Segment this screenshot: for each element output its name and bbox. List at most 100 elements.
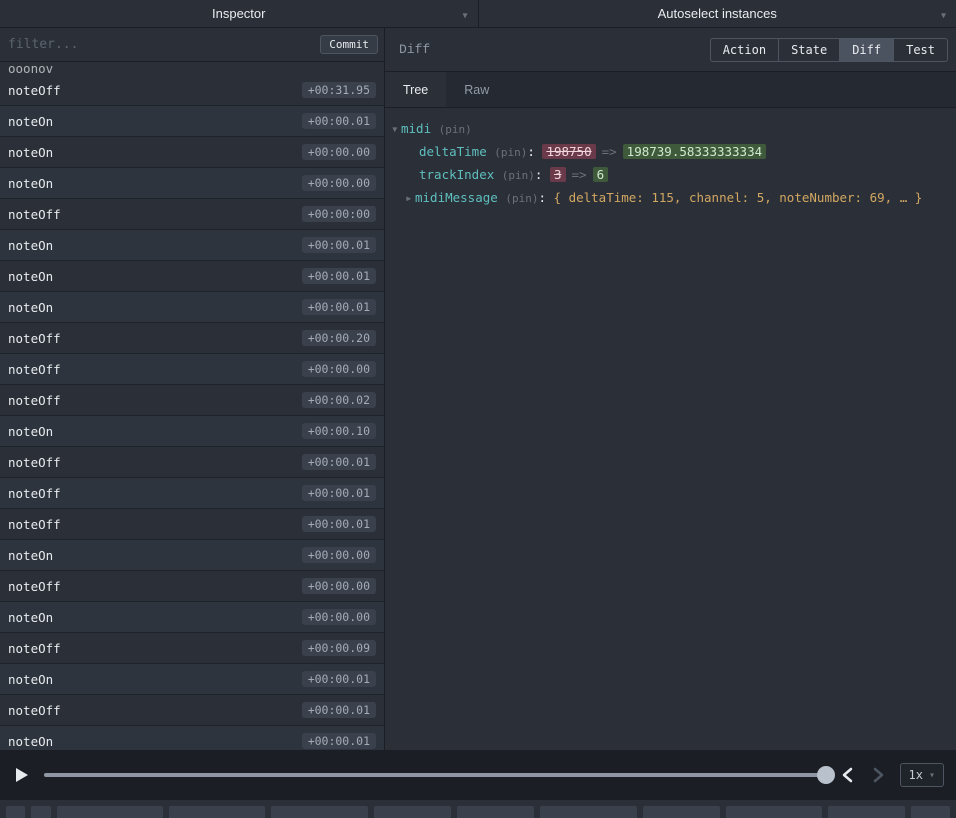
event-time: +00:00.01: [302, 671, 376, 687]
play-button[interactable]: [12, 766, 30, 784]
arrow-icon: =>: [602, 144, 617, 159]
strip-segment[interactable]: [271, 806, 367, 818]
list-item[interactable]: noteOff+00:00.00: [0, 571, 384, 602]
tree-key: trackIndex: [419, 167, 494, 182]
event-name: noteOff: [8, 486, 61, 501]
view-mode-diff[interactable]: Diff: [839, 38, 894, 62]
tab-autoselect-label: Autoselect instances: [658, 6, 777, 21]
list-item[interactable]: noteOff +00:00.01: [0, 478, 384, 509]
commit-button[interactable]: Commit: [320, 35, 378, 54]
event-time: +00:00.00: [302, 578, 376, 594]
tab-inspector[interactable]: Inspector: [0, 0, 479, 27]
list-item[interactable]: noteOn+00:00.01: [0, 726, 384, 750]
diff-new-value: 6: [593, 167, 609, 182]
filter-input[interactable]: [8, 37, 312, 52]
strip-segment[interactable]: [6, 806, 25, 818]
list-item[interactable]: noteOn +00:00.01: [0, 292, 384, 323]
tree-key: midiMessage: [415, 190, 498, 205]
speed-select[interactable]: 1x: [900, 763, 944, 787]
chevron-down-icon[interactable]: [941, 6, 946, 21]
view-mode-state[interactable]: State: [778, 38, 840, 62]
event-time: +00:00.01: [302, 299, 376, 315]
subtab-raw[interactable]: Raw: [446, 72, 507, 107]
pin-label[interactable]: (pin): [439, 123, 472, 136]
event-time: +00:00.00: [302, 175, 376, 191]
view-mode-group: ActionStateDiffTest: [710, 38, 948, 62]
arrow-icon: =>: [572, 167, 587, 182]
list-item[interactable]: noteOn+00:00.10: [0, 416, 384, 447]
pin-label[interactable]: (pin): [494, 146, 527, 159]
pin-label[interactable]: (pin): [505, 192, 538, 205]
list-item[interactable]: noteOff +00:00.01: [0, 447, 384, 478]
view-mode-test[interactable]: Test: [893, 38, 948, 62]
caret-down-icon[interactable]: ▾: [391, 118, 401, 140]
event-name: noteOn: [8, 300, 53, 315]
timeline-slider[interactable]: [44, 773, 826, 777]
event-list[interactable]: ooonovnoteOff+00:31.95 noteOn +00:00.01 not…: [0, 62, 384, 750]
chevron-down-icon[interactable]: [462, 6, 467, 21]
event-name: noteOff: [8, 517, 61, 532]
list-item[interactable]: noteOff+00:00.00: [0, 354, 384, 385]
pin-label[interactable]: (pin): [502, 169, 535, 182]
left-panel: Commit ooonovnoteOff+00:31.95noteOn+00:0…: [0, 28, 385, 750]
filter-bar: Commit: [0, 28, 384, 62]
tree-root-row[interactable]: ▾midi (pin): [391, 118, 950, 141]
tree-row-trackindex[interactable]: trackIndex (pin): 3=>6: [391, 164, 950, 187]
list-item[interactable]: noteOff +00:00:00: [0, 199, 384, 230]
list-item[interactable]: noteOn+00:00.01: [0, 106, 384, 137]
event-time: +00:00.01: [302, 485, 376, 501]
event-name: noteOff: [8, 455, 61, 470]
event-time: +00:00.00: [302, 547, 376, 563]
strip-segment[interactable]: [540, 806, 636, 818]
list-item[interactable]: noteOff+00:31.95: [0, 75, 384, 106]
strip-segment[interactable]: [169, 806, 265, 818]
tree-row-deltatime[interactable]: deltaTime (pin): 198750=>198739.58333333…: [391, 141, 950, 164]
step-forward-button[interactable]: [870, 767, 886, 783]
list-item[interactable]: noteOn+00:00.00: [0, 602, 384, 633]
list-item[interactable]: noteOn+00:00.00: [0, 137, 384, 168]
strip-segment[interactable]: [911, 806, 950, 818]
object-preview: { deltaTime: 115, channel: 5, noteNumber…: [554, 190, 923, 205]
step-back-button[interactable]: [840, 767, 856, 783]
strip-segment[interactable]: [31, 806, 50, 818]
event-name: noteOn: [8, 114, 53, 129]
event-name: noteOn: [8, 269, 53, 284]
main-split: Commit ooonovnoteOff+00:31.95noteOn+00:0…: [0, 28, 956, 750]
top-tabs: Inspector Autoselect instances: [0, 0, 956, 28]
list-item[interactable]: noteOn+00:00.01: [0, 664, 384, 695]
strip-segment[interactable]: [57, 806, 163, 818]
list-item[interactable]: noteOff+00:00.02: [0, 385, 384, 416]
event-time: +00:00:00: [302, 206, 376, 222]
list-item[interactable]: noteOff+00:00.09: [0, 633, 384, 664]
event-time: +00:00.01: [302, 454, 376, 470]
list-item[interactable]: noteOn+00:00.01: [0, 261, 384, 292]
caret-right-icon[interactable]: ▸: [405, 187, 415, 209]
list-item[interactable]: noteOff+00:00.20: [0, 323, 384, 354]
event-name: noteOff: [8, 641, 61, 656]
slider-thumb[interactable]: [817, 766, 835, 784]
list-item[interactable]: noteOff+00:00.01: [0, 695, 384, 726]
tree-view[interactable]: ▾midi (pin) deltaTime (pin): 198750=>198…: [385, 108, 956, 750]
strip-segment[interactable]: [643, 806, 720, 818]
diff-title: Diff: [399, 42, 430, 57]
list-item[interactable]: noteOn+00:00.00: [0, 168, 384, 199]
event-name: noteOn: [8, 424, 53, 439]
strip-segment[interactable]: [726, 806, 822, 818]
event-name: noteOff: [8, 207, 61, 222]
view-mode-action[interactable]: Action: [710, 38, 779, 62]
list-item[interactable]: ooonov: [0, 62, 384, 75]
strip-segment[interactable]: [457, 806, 534, 818]
list-item[interactable]: noteOn+00:00.00: [0, 540, 384, 571]
event-time: +00:00.00: [302, 144, 376, 160]
strip-segment[interactable]: [828, 806, 905, 818]
list-item[interactable]: noteOff+00:00.01: [0, 509, 384, 540]
subtabs: TreeRaw: [385, 72, 956, 108]
tab-inspector-label: Inspector: [212, 6, 265, 21]
tree-key: midi: [401, 121, 431, 136]
list-item[interactable]: noteOn+00:00.01: [0, 230, 384, 261]
strip-segment[interactable]: [374, 806, 451, 818]
tree-row-midimessage[interactable]: ▸midiMessage (pin): { deltaTime: 115, ch…: [391, 187, 950, 210]
right-panel: Diff ActionStateDiffTest TreeRaw ▾midi (…: [385, 28, 956, 750]
subtab-tree[interactable]: Tree: [385, 72, 446, 107]
tab-autoselect[interactable]: Autoselect instances: [479, 0, 956, 27]
